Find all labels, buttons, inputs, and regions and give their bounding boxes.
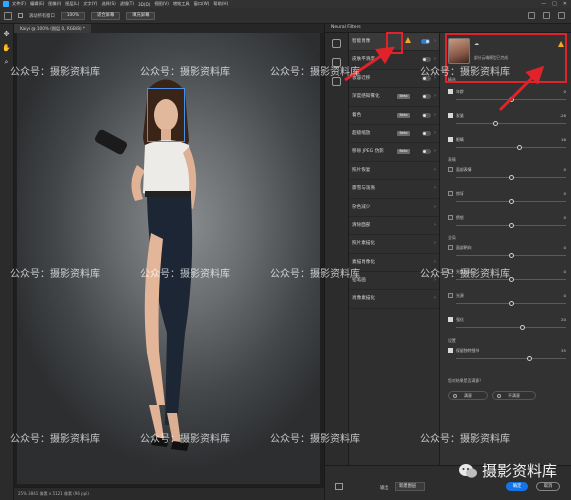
watermark: 公众号：摄影资料库 — [140, 434, 230, 445]
watermark: 公众号：摄影资料库 — [420, 434, 510, 445]
watermark: 公众号：摄影资料库 — [140, 67, 230, 78]
watermark: 公众号：摄影资料库 — [270, 67, 360, 78]
watermark: 公众号：摄影资料库 — [140, 269, 230, 280]
watermark: 公众号：摄影资料库 — [270, 434, 360, 445]
brand-name: 摄影资料库 — [482, 462, 558, 480]
watermark: 公众号：摄影资料库 — [420, 67, 510, 78]
brand-watermark: 摄影资料库 — [458, 460, 557, 481]
watermark: 公众号：摄影资料库 — [10, 269, 100, 280]
watermark: 公众号：摄影资料库 — [270, 269, 360, 280]
watermark: 公众号：摄影资料库 — [10, 67, 100, 78]
wechat-logo-icon — [459, 463, 477, 478]
watermark: 公众号：摄影资料库 — [420, 269, 510, 280]
watermark: 公众号：摄影资料库 — [10, 434, 100, 445]
